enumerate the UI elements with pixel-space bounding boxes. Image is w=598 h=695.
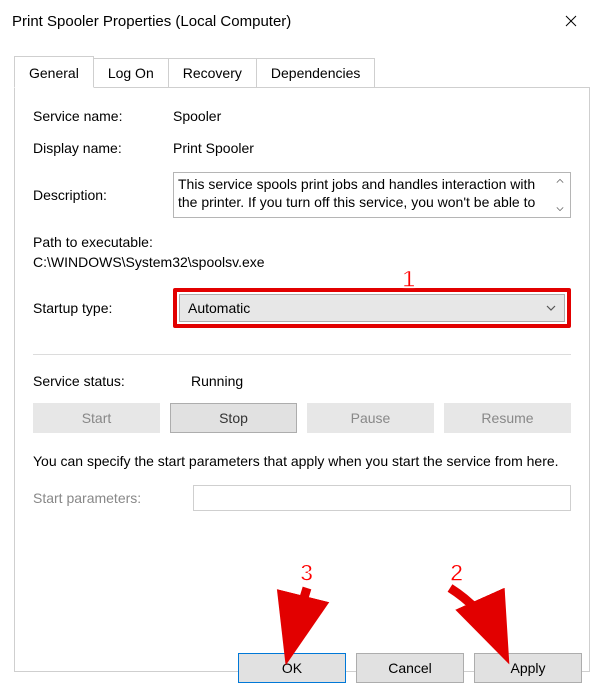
chevron-up-icon bbox=[556, 178, 564, 184]
startup-type-value: Automatic bbox=[188, 300, 250, 316]
description-text: This service spools print jobs and handl… bbox=[178, 175, 551, 215]
window-title: Print Spooler Properties (Local Computer… bbox=[12, 13, 291, 30]
value-exe-path: C:\WINDOWS\System32\spoolsv.exe bbox=[33, 254, 571, 270]
value-display-name: Print Spooler bbox=[173, 140, 571, 156]
description-box: This service spools print jobs and handl… bbox=[173, 172, 571, 218]
tab-recovery[interactable]: Recovery bbox=[168, 58, 257, 88]
label-service-name: Service name: bbox=[33, 108, 173, 124]
start-button: Start bbox=[33, 403, 160, 433]
tab-logon[interactable]: Log On bbox=[93, 58, 169, 88]
close-icon bbox=[565, 15, 577, 27]
dialog-buttons: OK Cancel Apply bbox=[238, 653, 582, 683]
label-service-status: Service status: bbox=[33, 373, 191, 389]
pause-button: Pause bbox=[307, 403, 434, 433]
chevron-down-icon bbox=[556, 206, 564, 212]
label-path: Path to executable: bbox=[33, 234, 571, 250]
title-bar: Print Spooler Properties (Local Computer… bbox=[0, 0, 598, 38]
label-startup-type: Startup type: bbox=[33, 300, 173, 316]
value-service-status: Running bbox=[191, 373, 243, 389]
close-button[interactable] bbox=[554, 8, 588, 34]
tab-strip: General Log On Recovery Dependencies bbox=[14, 56, 598, 88]
chevron-down-icon bbox=[546, 305, 556, 311]
label-display-name: Display name: bbox=[33, 140, 173, 156]
tab-panel-general: Service name: Spooler Display name: Prin… bbox=[14, 87, 590, 672]
stop-button[interactable]: Stop bbox=[170, 403, 297, 433]
ok-button[interactable]: OK bbox=[238, 653, 346, 683]
tab-dependencies[interactable]: Dependencies bbox=[256, 58, 376, 88]
start-params-input bbox=[193, 485, 571, 511]
apply-button[interactable]: Apply bbox=[474, 653, 582, 683]
label-start-params: Start parameters: bbox=[33, 490, 193, 506]
label-description: Description: bbox=[33, 187, 173, 203]
resume-button: Resume bbox=[444, 403, 571, 433]
description-scrollbar[interactable] bbox=[551, 175, 568, 215]
service-control-buttons: Start Stop Pause Resume bbox=[33, 403, 571, 433]
separator bbox=[33, 354, 571, 355]
startup-type-select[interactable]: Automatic bbox=[179, 294, 565, 322]
annotation-highlight-1: Automatic bbox=[173, 288, 571, 328]
tab-general[interactable]: General bbox=[14, 56, 94, 88]
params-hint: You can specify the start parameters tha… bbox=[33, 451, 571, 471]
cancel-button[interactable]: Cancel bbox=[356, 653, 464, 683]
value-service-name: Spooler bbox=[173, 108, 571, 124]
